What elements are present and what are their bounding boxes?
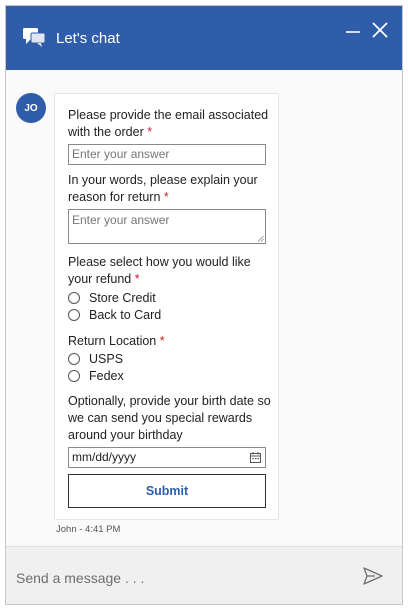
resize-grip-icon[interactable]: [257, 235, 264, 242]
radio-button[interactable]: [68, 292, 80, 304]
refund-question: Please select how you would like your re…: [68, 254, 273, 288]
birthdate-value: mm/dd/yyyy: [72, 450, 137, 464]
reason-textarea[interactable]: Enter your answer: [68, 209, 266, 244]
message-input[interactable]: Send a message . . .: [16, 570, 144, 586]
minimize-icon[interactable]: [345, 22, 361, 38]
calendar-icon[interactable]: [250, 452, 261, 463]
adaptive-form-card: Please provide the email associated with…: [54, 93, 279, 520]
submit-button[interactable]: Submit: [68, 474, 266, 508]
reason-question: In your words, please explain your reaso…: [68, 172, 273, 206]
location-label: Return Location: [68, 334, 157, 348]
required-mark: *: [134, 272, 140, 286]
message-timestamp: John - 4:41 PM: [56, 524, 121, 535]
reason-label: In your words, please explain your reaso…: [68, 173, 258, 204]
birthdate-label: Optionally, provide your birth date so w…: [68, 394, 271, 442]
message-composer: Send a message . . .: [6, 546, 402, 604]
chat-window: Let's chat JO Please provide the email a…: [5, 5, 403, 605]
radio-label: Back to Card: [89, 308, 162, 322]
chat-title: Let's chat: [56, 30, 120, 47]
message-area: JO Please provide the email associated w…: [6, 70, 402, 546]
birthdate-question: Optionally, provide your birth date so w…: [68, 393, 273, 444]
send-icon[interactable]: [363, 567, 383, 585]
location-question: Return Location *: [68, 333, 273, 350]
email-placeholder: Enter your answer: [72, 147, 170, 161]
refund-option-store-credit[interactable]: Store Credit: [68, 290, 156, 306]
radio-label: Fedex: [89, 369, 124, 383]
email-label: Please provide the email associated with…: [68, 108, 269, 139]
email-question: Please provide the email associated with…: [68, 107, 273, 141]
close-icon[interactable]: [371, 21, 389, 39]
chat-icon: [23, 28, 46, 47]
refund-label: Please select how you would like your re…: [68, 255, 251, 286]
radio-button[interactable]: [68, 370, 80, 382]
required-mark: *: [147, 125, 153, 139]
radio-button[interactable]: [68, 353, 80, 365]
location-option-fedex[interactable]: Fedex: [68, 368, 124, 384]
birthdate-input[interactable]: mm/dd/yyyy: [68, 447, 266, 468]
agent-avatar: JO: [16, 93, 46, 123]
required-mark: *: [163, 190, 169, 204]
location-option-usps[interactable]: USPS: [68, 351, 123, 367]
radio-label: Store Credit: [89, 291, 156, 305]
reason-placeholder: Enter your answer: [72, 213, 170, 227]
required-mark: *: [159, 334, 165, 348]
email-input[interactable]: Enter your answer: [68, 144, 266, 165]
radio-label: USPS: [89, 352, 124, 366]
refund-option-back-to-card[interactable]: Back to Card: [68, 307, 161, 323]
chat-header: Let's chat: [6, 6, 402, 70]
radio-button[interactable]: [68, 309, 80, 321]
